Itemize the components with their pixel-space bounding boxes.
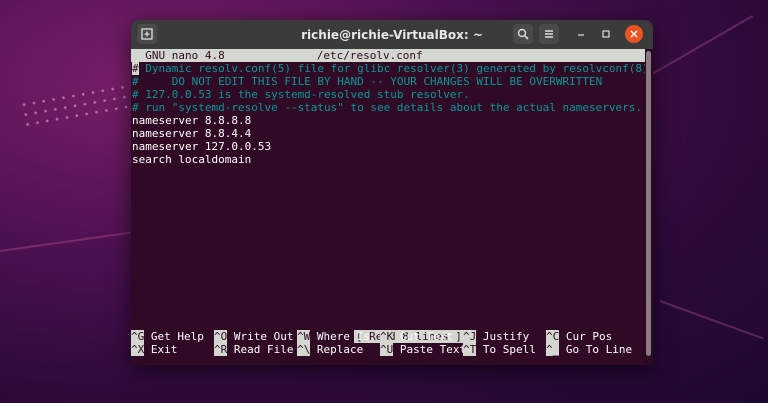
comment-line[interactable]: # run "systemd-resolve --status" to see … — [131, 101, 645, 114]
comment-line[interactable]: # Dynamic resolv.conf(5) file for glibc … — [131, 62, 649, 75]
maximize-icon — [602, 30, 610, 38]
config-line[interactable]: nameserver 8.8.8.8 — [131, 114, 645, 127]
minimize-button[interactable] — [571, 24, 591, 44]
empty-editor-area[interactable] — [131, 166, 645, 316]
scrollbar[interactable] — [645, 49, 653, 365]
shortcut-item[interactable]: ^W Where Is — [297, 330, 370, 343]
shortcut-label: Exit — [150, 343, 178, 356]
shortcut-key: ^J — [463, 330, 477, 343]
shortcut-key: ^R — [214, 343, 228, 356]
shortcut-key: ^U — [380, 343, 394, 356]
terminal-window: richie@richie-VirtualBox: ~ GNU nano 4.8… — [131, 20, 653, 365]
shortcut-key: ^G — [131, 330, 145, 343]
menu-button[interactable] — [539, 24, 559, 44]
shortcut-item[interactable]: ^_ Go To Line — [546, 343, 632, 356]
config-line[interactable]: nameserver 127.0.0.53 — [131, 140, 645, 153]
shortcut-label: Justify — [482, 330, 530, 343]
shortcut-item[interactable]: ^K Cut Text — [380, 330, 453, 343]
maximize-button[interactable] — [596, 24, 616, 44]
text-cursor: # — [132, 62, 139, 75]
shortcut-item[interactable]: ^C Cur Pos — [546, 330, 612, 343]
search-button[interactable] — [513, 24, 533, 44]
close-icon — [630, 30, 638, 38]
nano-header-bar: GNU nano 4.8/etc/resolv.conf — [131, 49, 645, 62]
background-streak — [659, 300, 764, 340]
shortcut-item[interactable]: ^T To Spell — [463, 343, 536, 356]
shortcut-label: Go To Line — [565, 343, 633, 356]
comment-line[interactable]: # 127.0.0.53 is the systemd-resolved stu… — [131, 88, 645, 101]
shortcut-key: ^X — [131, 343, 145, 356]
config-line[interactable]: nameserver 8.8.4.4 — [131, 127, 645, 140]
shortcut-item[interactable]: ^O Write Out — [214, 330, 293, 343]
shortcut-key: ^K — [380, 330, 394, 343]
minimize-icon — [578, 34, 584, 36]
nano-version: GNU nano 4.8 — [132, 49, 225, 62]
new-tab-icon — [141, 28, 153, 40]
search-icon — [517, 28, 529, 40]
terminal-content[interactable]: GNU nano 4.8/etc/resolv.conf # Dynamic r… — [131, 49, 649, 365]
window-title: richie@richie-VirtualBox: ~ — [301, 27, 483, 42]
shortcut-label: Cur Pos — [565, 330, 613, 343]
shortcut-key: ^C — [546, 330, 560, 343]
config-line[interactable]: search localdomain — [131, 153, 645, 166]
scrollbar-thumb[interactable] — [646, 51, 651, 356]
shortcut-item[interactable]: ^J Justify — [463, 330, 529, 343]
shortcut-key: ^\ — [297, 343, 311, 356]
title-bar[interactable]: richie@richie-VirtualBox: ~ — [131, 20, 653, 49]
shortcut-key: ^_ — [546, 343, 560, 356]
shortcut-label: Paste Text — [399, 343, 467, 356]
shortcut-label: Get Help — [150, 330, 204, 343]
hamburger-menu-icon — [545, 30, 553, 38]
shortcut-label: Read File — [233, 343, 294, 356]
close-button[interactable] — [625, 25, 643, 43]
shortcut-key: ^O — [214, 330, 228, 343]
shortcut-item[interactable]: ^G Get Help — [131, 330, 204, 343]
shortcut-item[interactable]: ^X Exit — [131, 343, 177, 356]
shortcut-label: Where Is — [316, 330, 370, 343]
shortcut-item[interactable]: ^U Paste Text — [380, 343, 466, 356]
new-tab-button[interactable] — [137, 24, 157, 44]
background-dots — [18, 79, 142, 131]
background-streak — [639, 15, 754, 82]
shortcut-label: Replace — [316, 343, 364, 356]
status-bar: [ Read 8 lines ] — [131, 317, 646, 343]
file-content[interactable]: # Dynamic resolv.conf(5) file for glibc … — [131, 62, 649, 166]
shortcut-label: To Spell — [482, 343, 536, 356]
nano-filename: /etc/resolv.conf — [316, 49, 423, 62]
shortcut-key: ^W — [297, 330, 311, 343]
comment-line[interactable]: # DO NOT EDIT THIS FILE BY HAND -- YOUR … — [131, 75, 645, 88]
shortcut-key: ^T — [463, 343, 477, 356]
shortcut-label: Cut Text — [399, 330, 453, 343]
shortcut-label: Write Out — [233, 330, 294, 343]
shortcut-item[interactable]: ^R Read File — [214, 343, 293, 356]
shortcut-item[interactable]: ^\ Replace — [297, 343, 363, 356]
